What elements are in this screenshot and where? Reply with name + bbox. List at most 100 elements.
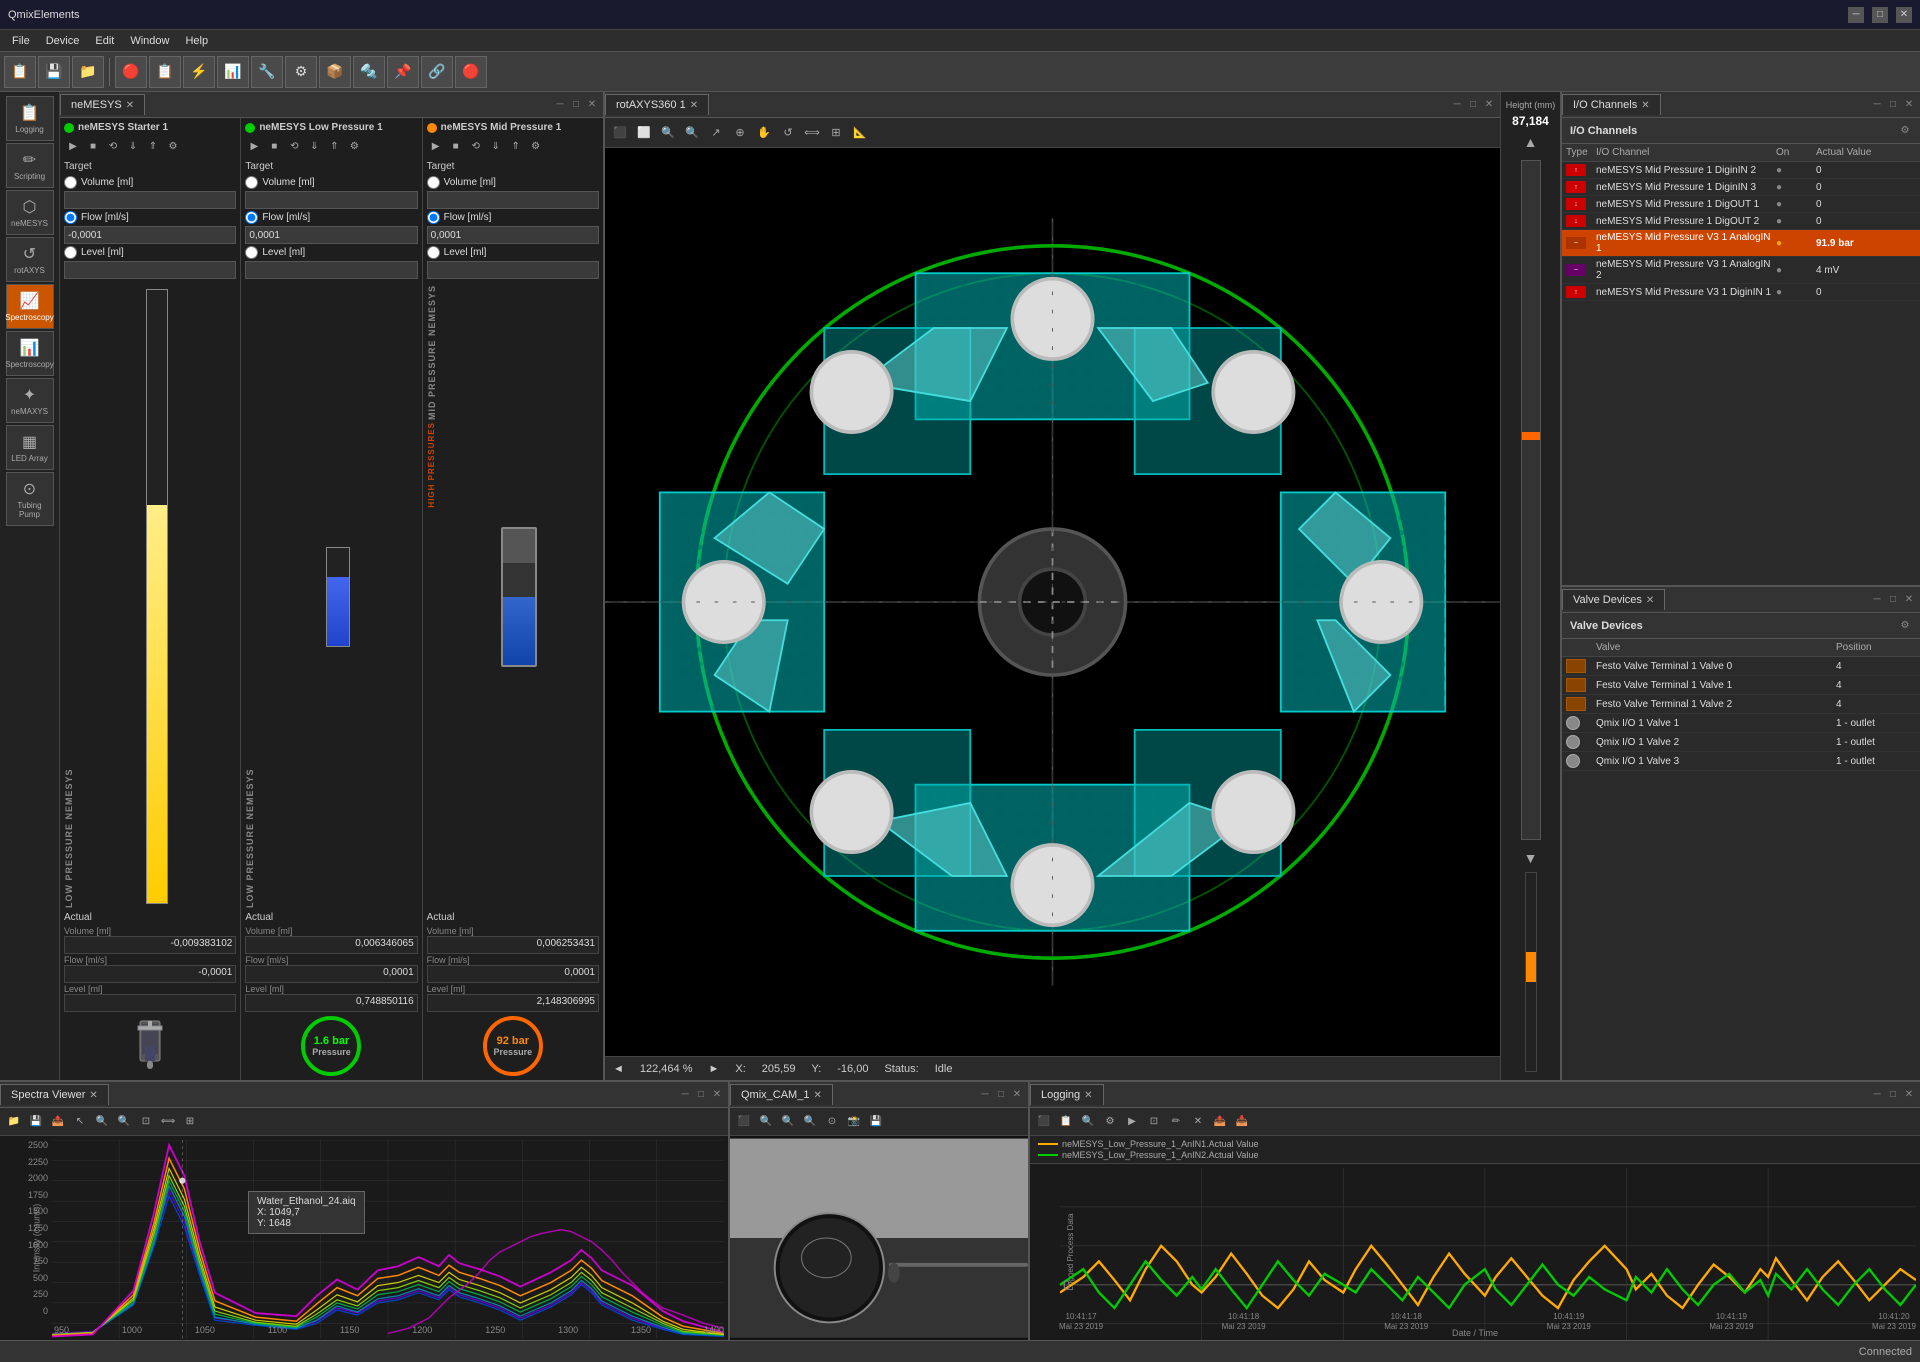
view-mirror[interactable]: ⟺ xyxy=(801,122,823,144)
toolbar-btn-10[interactable]: 📦 xyxy=(319,56,351,88)
nav-spectroscopy[interactable]: 📈 Spectroscopy xyxy=(6,284,54,329)
toolbar-btn-8[interactable]: 🔧 xyxy=(251,56,283,88)
starter-ref[interactable]: ⟲ xyxy=(104,137,122,155)
view-home[interactable]: ⊕ xyxy=(729,122,751,144)
log-btn-4[interactable]: ⚙ xyxy=(1100,1112,1120,1132)
mp-radio-volume[interactable] xyxy=(427,176,440,189)
valve-tab[interactable]: Valve Devices ✕ xyxy=(1562,589,1665,610)
valve-minimize[interactable]: ─ xyxy=(1870,593,1884,607)
stage-viewer[interactable] xyxy=(605,148,1500,1056)
mp-fill[interactable]: ⇑ xyxy=(507,137,525,155)
nav-scripting[interactable]: ✏ Scripting xyxy=(6,143,54,188)
log-btn-6[interactable]: ⊡ xyxy=(1144,1112,1164,1132)
camera-tab-close[interactable]: ✕ xyxy=(813,1090,821,1101)
nav-tubing-pump[interactable]: ⊙ Tubing Pump xyxy=(6,472,54,526)
spectra-zoom[interactable]: 🔍 xyxy=(92,1112,112,1132)
io-maximize[interactable]: □ xyxy=(1886,98,1900,112)
lp-ref[interactable]: ⟲ xyxy=(285,137,303,155)
lp-empty[interactable]: ⇓ xyxy=(305,137,323,155)
view-color[interactable]: ⬛ xyxy=(609,122,631,144)
nav-led-array[interactable]: ▦ LED Array xyxy=(6,425,54,470)
toolbar-btn-2[interactable]: 💾 xyxy=(38,56,70,88)
toolbar-btn-12[interactable]: 📌 xyxy=(387,56,419,88)
io-tab[interactable]: I/O Channels ✕ xyxy=(1562,94,1661,115)
view-measure[interactable]: 📐 xyxy=(849,122,871,144)
nav-logging[interactable]: 📋 Logging xyxy=(6,96,54,141)
rotaxys-close[interactable]: ✕ xyxy=(1482,98,1496,112)
toolbar-btn-5[interactable]: 📋 xyxy=(149,56,181,88)
lp-volume-input[interactable] xyxy=(245,191,417,209)
nemesys-close[interactable]: ✕ xyxy=(585,98,599,112)
cam-btn-3[interactable]: 🔍 xyxy=(778,1112,798,1132)
valve-close[interactable]: ✕ xyxy=(1902,593,1916,607)
logging-tab-close[interactable]: ✕ xyxy=(1084,1090,1092,1101)
menu-file[interactable]: File xyxy=(4,33,38,49)
io-tab-close[interactable]: ✕ xyxy=(1641,100,1649,111)
valve-settings[interactable]: ⚙ xyxy=(1898,619,1912,633)
lp-flow-input[interactable] xyxy=(245,226,417,244)
camera-tab[interactable]: Qmix_CAM_1 ✕ xyxy=(730,1084,833,1105)
view-pan[interactable]: ✋ xyxy=(753,122,775,144)
menu-edit[interactable]: Edit xyxy=(87,33,122,49)
mp-flow-input[interactable] xyxy=(427,226,599,244)
spectra-scale[interactable]: ⟺ xyxy=(158,1112,178,1132)
nemesys-tab[interactable]: neMESYS ✕ xyxy=(60,94,145,115)
log-btn-5[interactable]: ▶ xyxy=(1122,1112,1142,1132)
nemesys-maximize[interactable]: □ xyxy=(569,98,583,112)
rotaxys-tab-close[interactable]: ✕ xyxy=(690,100,698,111)
toolbar-btn-14[interactable]: 🔴 xyxy=(455,56,487,88)
nemesys-tab-close[interactable]: ✕ xyxy=(126,100,134,111)
log-btn-1[interactable]: ⬛ xyxy=(1034,1112,1054,1132)
lp-settings[interactable]: ⚙ xyxy=(345,137,363,155)
valve-maximize[interactable]: □ xyxy=(1886,593,1900,607)
log-btn-9[interactable]: 📤 xyxy=(1210,1112,1230,1132)
spectra-save[interactable]: 💾 xyxy=(26,1112,46,1132)
starter-radio-volume[interactable] xyxy=(64,176,77,189)
io-minimize[interactable]: ─ xyxy=(1870,98,1884,112)
valve-tab-close[interactable]: ✕ xyxy=(1646,595,1654,606)
starter-flow-input[interactable] xyxy=(64,226,236,244)
nav-nemaxys[interactable]: ✦ neMAXYS xyxy=(6,378,54,423)
logging-tab[interactable]: Logging ✕ xyxy=(1030,1084,1104,1105)
io-settings[interactable]: ⚙ xyxy=(1898,124,1912,138)
lp-play[interactable]: ▶ xyxy=(245,137,263,155)
spectra-maximize[interactable]: □ xyxy=(694,1088,708,1102)
toolbar-btn-11[interactable]: 🔩 xyxy=(353,56,385,88)
starter-volume-input[interactable] xyxy=(64,191,236,209)
lp-stop[interactable]: ■ xyxy=(265,137,283,155)
cam-btn-5[interactable]: ⊙ xyxy=(822,1112,842,1132)
toolbar-btn-13[interactable]: 🔗 xyxy=(421,56,453,88)
starter-empty[interactable]: ⇓ xyxy=(124,137,142,155)
view-rotate[interactable]: ↺ xyxy=(777,122,799,144)
log-btn-8[interactable]: ✕ xyxy=(1188,1112,1208,1132)
log-btn-10[interactable]: 📥 xyxy=(1232,1112,1252,1132)
mp-settings[interactable]: ⚙ xyxy=(527,137,545,155)
logging-close[interactable]: ✕ xyxy=(1902,1088,1916,1102)
camera-minimize[interactable]: ─ xyxy=(978,1088,992,1102)
cam-btn-1[interactable]: ⬛ xyxy=(734,1112,754,1132)
lp-radio-level[interactable] xyxy=(245,246,258,259)
spectra-export[interactable]: 📤 xyxy=(48,1112,68,1132)
mp-play[interactable]: ▶ xyxy=(427,137,445,155)
view-zoom-in[interactable]: 🔍 xyxy=(657,122,679,144)
menu-device[interactable]: Device xyxy=(38,33,88,49)
toolbar-btn-7[interactable]: 📊 xyxy=(217,56,249,88)
toolbar-btn-3[interactable]: 📁 xyxy=(72,56,104,88)
camera-close[interactable]: ✕ xyxy=(1010,1088,1024,1102)
io-close[interactable]: ✕ xyxy=(1902,98,1916,112)
cam-btn-7[interactable]: 💾 xyxy=(866,1112,886,1132)
starter-stop[interactable]: ■ xyxy=(84,137,102,155)
lp-radio-volume[interactable] xyxy=(245,176,258,189)
view-zoom-out[interactable]: 🔍 xyxy=(681,122,703,144)
starter-play[interactable]: ▶ xyxy=(64,137,82,155)
cam-btn-6[interactable]: 📸 xyxy=(844,1112,864,1132)
spectra-tab-close[interactable]: ✕ xyxy=(89,1090,97,1101)
menu-help[interactable]: Help xyxy=(177,33,216,49)
starter-fill[interactable]: ⇑ xyxy=(144,137,162,155)
toolbar-btn-6[interactable]: ⚡ xyxy=(183,56,215,88)
rotaxys-minimize[interactable]: ─ xyxy=(1450,98,1464,112)
lp-level-input[interactable] xyxy=(245,261,417,279)
logging-maximize[interactable]: □ xyxy=(1886,1088,1900,1102)
view-grid[interactable]: ⊞ xyxy=(825,122,847,144)
mp-ref[interactable]: ⟲ xyxy=(467,137,485,155)
